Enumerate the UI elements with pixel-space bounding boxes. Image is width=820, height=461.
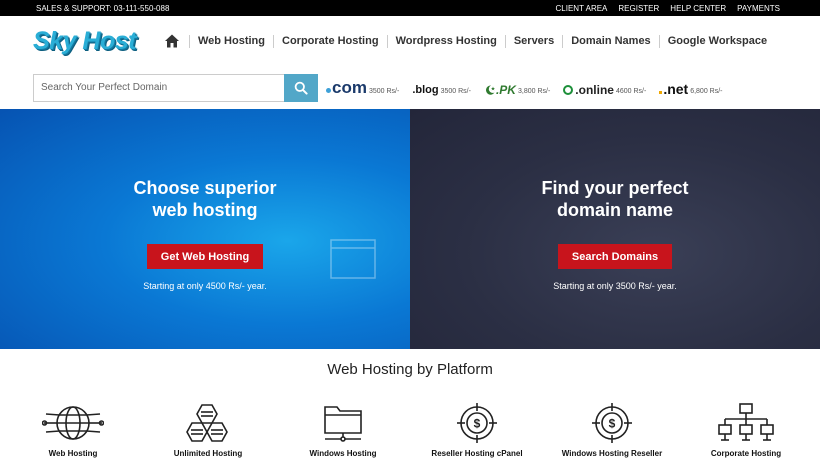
hosting-panel-title: Choose superior web hosting	[133, 178, 277, 220]
register-link[interactable]: REGISTER	[618, 4, 659, 13]
tld-net[interactable]: .net 6,800 Rs/-	[659, 82, 723, 96]
nav-web-hosting[interactable]: Web Hosting	[188, 34, 273, 48]
platform-unlimited-hosting[interactable]: Unlimited Hosting	[138, 403, 278, 458]
platforms-section-title: Web Hosting by Platform	[327, 361, 493, 378]
net-accent-icon	[659, 91, 663, 94]
crescent-star-icon	[485, 85, 495, 95]
client-area-link[interactable]: CLIENT AREA	[556, 4, 608, 13]
domain-search-button[interactable]	[284, 73, 318, 102]
domain-search-input[interactable]	[33, 73, 284, 102]
top-links: CLIENT AREA REGISTER HELP CENTER PAYMENT…	[556, 4, 780, 13]
domain-price-note: Starting at only 3500 Rs/- year.	[553, 281, 677, 291]
home-icon[interactable]	[164, 33, 180, 49]
online-ring-icon	[563, 85, 574, 95]
get-web-hosting-button[interactable]: Get Web Hosting	[146, 244, 264, 269]
dot-icon	[326, 88, 331, 93]
hexagon-cluster-icon	[186, 404, 228, 442]
tld-online[interactable]: .online 4600 Rs/-	[563, 84, 646, 96]
tld-pk[interactable]: .PK 3,800 Rs/-	[484, 84, 550, 96]
nav-google-workspace[interactable]: Google Workspace	[658, 34, 775, 48]
help-center-link[interactable]: HELP CENTER	[670, 4, 726, 13]
svg-text:$: $	[609, 417, 616, 431]
hosting-panel: Choose superior web hosting Get Web Host…	[0, 109, 410, 349]
target-dollar-icon: $	[592, 403, 632, 443]
platform-windows-hosting[interactable]: Windows Hosting	[273, 403, 413, 458]
nav-corporate-hosting[interactable]: Corporate Hosting	[273, 34, 387, 48]
svg-text:$: $	[474, 417, 481, 431]
site-header: Sky Host Web Hosting Corporate Hosting W…	[0, 16, 820, 66]
globe-network-icon	[42, 406, 104, 440]
search-domains-button[interactable]: Search Domains	[557, 244, 673, 269]
platform-web-hosting[interactable]: Web Hosting	[3, 403, 143, 458]
domain-panel-title: Find your perfect domain name	[541, 178, 689, 220]
hero-banner: Choose superior web hosting Get Web Host…	[0, 109, 820, 349]
folder-network-icon	[324, 406, 362, 442]
target-dollar-icon: $	[457, 403, 497, 443]
platform-corporate-hosting[interactable]: Corporate Hosting	[676, 403, 816, 458]
logo[interactable]: Sky Host	[33, 27, 136, 56]
support-phone: SALES & SUPPORT: 03-111-550-088	[36, 3, 170, 13]
org-chart-icon	[718, 403, 774, 441]
payments-link[interactable]: PAYMENTS	[737, 4, 780, 13]
search-icon	[294, 81, 308, 95]
domain-search-row: com 3500 Rs/- .blog 3500 Rs/- .PK 3,800 …	[0, 66, 820, 109]
tld-com[interactable]: com 3500 Rs/-	[326, 79, 399, 96]
browser-window-icon	[330, 239, 376, 279]
nav-domain-names[interactable]: Domain Names	[562, 34, 658, 48]
domain-panel: Find your perfect domain name Search Dom…	[410, 109, 820, 349]
platform-windows-hosting-reseller[interactable]: $ Windows Hosting Reseller	[542, 403, 682, 458]
hosting-price-note: Starting at only 4500 Rs/- year.	[143, 281, 267, 291]
tld-blog[interactable]: .blog 3500 Rs/-	[412, 85, 471, 96]
platform-reseller-hosting-cpanel[interactable]: $ Reseller Hosting cPanel	[407, 403, 547, 458]
nav-wordpress-hosting[interactable]: Wordpress Hosting	[386, 34, 505, 48]
top-bar: SALES & SUPPORT: 03-111-550-088 CLIENT A…	[0, 0, 820, 16]
tld-price-list: com 3500 Rs/- .blog 3500 Rs/- .PK 3,800 …	[326, 79, 736, 96]
nav-servers[interactable]: Servers	[504, 34, 562, 48]
main-nav: Web Hosting Corporate Hosting Wordpress …	[164, 33, 776, 49]
